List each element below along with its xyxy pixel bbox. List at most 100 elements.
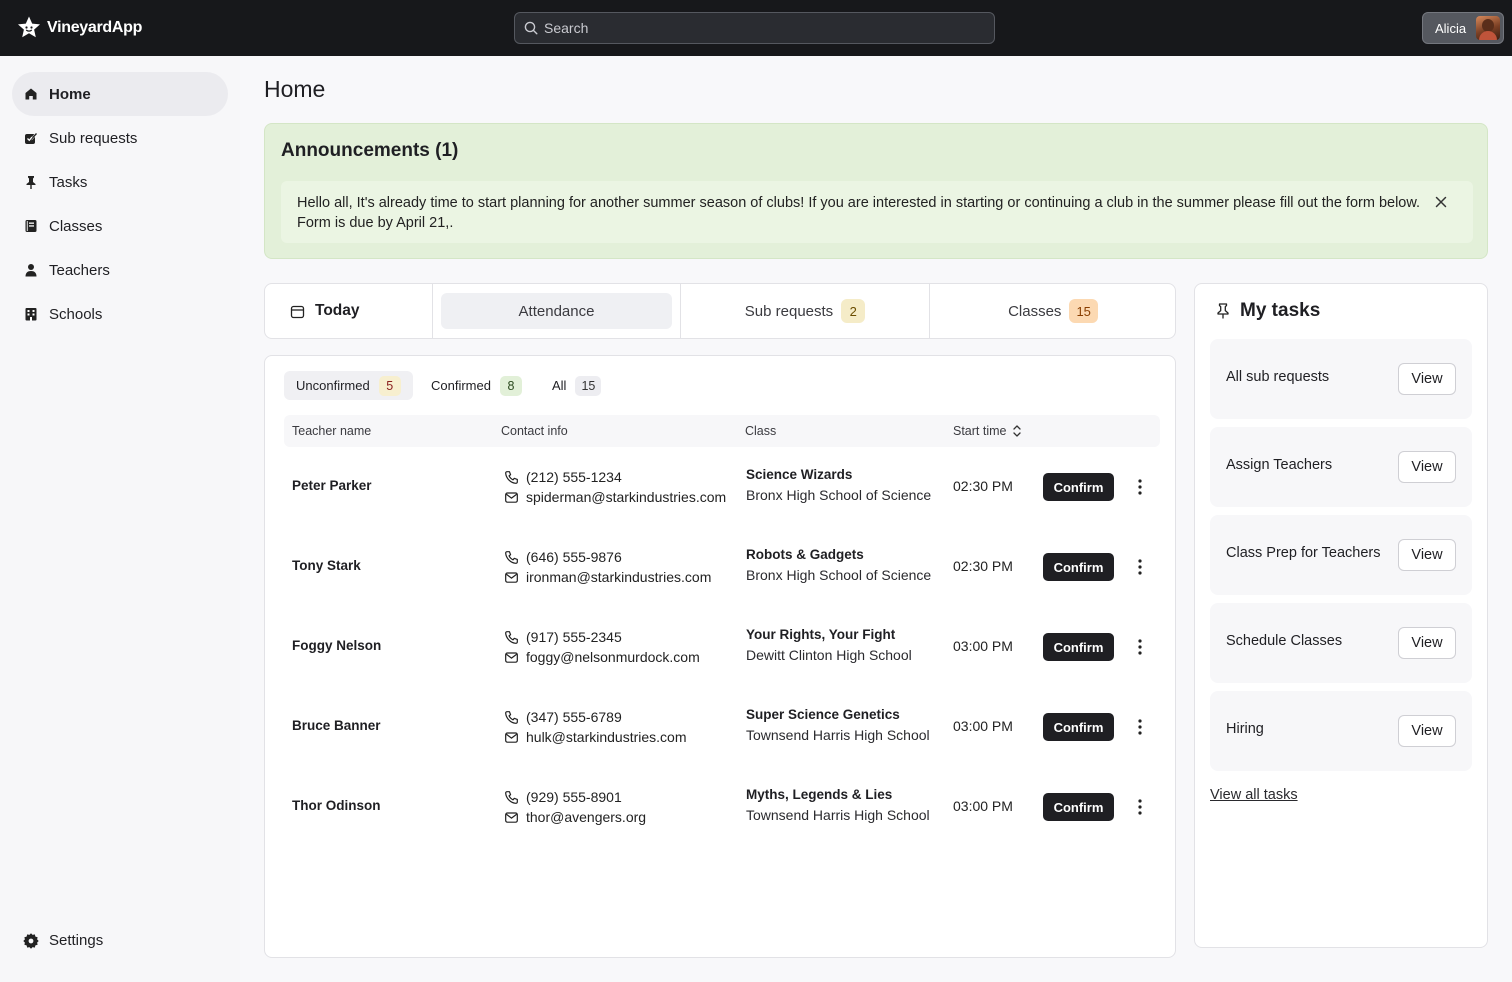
phone-number[interactable]: (917) 555-2345 [526,629,622,645]
view-task-button[interactable]: View [1398,539,1456,571]
sidebar-item-home[interactable]: Home [12,72,228,116]
tab-attendance[interactable]: Attendance [433,284,681,338]
main-content: Home Announcements (1) Hello all, It's a… [240,56,1512,982]
search-input[interactable] [544,20,964,36]
sidebar-item-tasks[interactable]: Tasks [12,160,228,204]
start-time: 03:00 PM [953,718,1013,734]
user-menu[interactable]: Alicia [1422,12,1504,44]
task-item: All sub requests View [1210,339,1472,419]
sidebar-item-label: Schools [49,305,103,323]
email-address[interactable]: hulk@starkindustries.com [526,729,687,745]
view-task-button[interactable]: View [1398,363,1456,395]
filter-all[interactable]: All 15 [540,371,613,400]
sort-icon [1012,424,1022,438]
task-label: Assign Teachers [1226,457,1333,473]
task-label: Class Prep for Teachers [1226,545,1381,561]
tab-classes[interactable]: Classes 15 [930,284,1176,338]
column-header-class: Class [745,424,777,438]
tab-label: Attendance [518,302,595,320]
confirm-button[interactable]: Confirm [1043,473,1114,501]
pin-icon [23,174,39,190]
book-icon [23,218,39,234]
school-name: Townsend Harris High School [746,807,930,823]
sidebar-item-label: Teachers [49,261,110,279]
view-tabs: Today Attendance Sub requests 2 Classes … [264,283,1176,339]
phone-icon [504,470,519,485]
view-task-button[interactable]: View [1398,451,1456,483]
user-name: Alicia [1435,20,1467,36]
sidebar-item-teachers[interactable]: Teachers [12,248,228,292]
search-bar[interactable] [514,12,995,44]
column-header-label: Start time [953,424,1007,438]
confirm-button[interactable]: Confirm [1043,793,1114,821]
contact-info: (917) 555-2345 foggy@nelsonmurdock.com [504,627,700,667]
gear-icon [23,932,39,949]
filter-unconfirmed[interactable]: Unconfirmed 5 [284,371,413,400]
close-icon[interactable] [1431,192,1451,212]
confirm-button[interactable]: Confirm [1043,553,1114,581]
attendance-card: Unconfirmed 5 Confirmed 8 All 15 Teacher… [264,355,1176,958]
filter-label: All [552,378,567,393]
column-header-start-time[interactable]: Start time [953,424,1022,438]
sidebar-item-label: Classes [49,217,103,235]
task-label: Hiring [1226,721,1264,737]
confirm-button[interactable]: Confirm [1043,713,1114,741]
task-item: Assign Teachers View [1210,427,1472,507]
home-icon [23,86,39,102]
person-icon [23,262,39,278]
confirm-button[interactable]: Confirm [1043,633,1114,661]
phone-number[interactable]: (646) 555-9876 [526,549,622,565]
sidebar-item-settings[interactable]: Settings [23,932,103,949]
view-all-tasks-link[interactable]: View all tasks [1210,787,1298,803]
more-options-icon[interactable] [1134,557,1146,577]
class-info: Robots & Gadgets Bronx High School of Sci… [746,545,931,585]
class-name: Your Rights, Your Fight [746,627,896,642]
view-task-button[interactable]: View [1398,715,1456,747]
tab-sub-requests[interactable]: Sub requests 2 [681,284,930,338]
table-row: Tony Stark (646) 555-9876 ironman@starkind… [284,527,1160,607]
email-address[interactable]: foggy@nelsonmurdock.com [526,649,700,665]
email-line: spiderman@starkindustries.com [504,487,726,507]
email-address[interactable]: ironman@starkindustries.com [526,569,711,585]
mail-icon [504,490,519,505]
count-badge: 15 [575,375,602,396]
email-line: hulk@starkindustries.com [504,727,687,747]
tab-label: Sub requests [744,302,834,320]
pin-icon [1214,302,1232,320]
more-options-icon[interactable] [1134,717,1146,737]
sidebar-item-sub-requests[interactable]: Sub requests [12,116,228,160]
filter-confirmed[interactable]: Confirmed 8 [419,371,534,400]
email-address[interactable]: spiderman@starkindustries.com [526,489,726,505]
table-header: Teacher name Contact info Class Start ti… [284,415,1160,447]
more-options-icon[interactable] [1134,797,1146,817]
sidebar-item-schools[interactable]: Schools [12,292,228,336]
phone-number[interactable]: (212) 555-1234 [526,469,622,485]
start-time: 02:30 PM [953,558,1013,574]
page-title: Home [264,76,326,102]
announcements-title: Announcements (1) [281,140,459,161]
school-name: Townsend Harris High School [746,727,930,743]
table-row: Bruce Banner (347) 555-6789 hulk@starkindu… [284,687,1160,767]
more-options-icon[interactable] [1134,477,1146,497]
brand-logo[interactable]: VineyardApp [16,15,142,41]
my-tasks-header: My tasks [1214,300,1320,322]
more-options-icon[interactable] [1134,637,1146,657]
phone-icon [504,550,519,565]
start-time: 03:00 PM [953,638,1013,654]
phone-number[interactable]: (347) 555-6789 [526,709,622,725]
contact-info: (347) 555-6789 hulk@starkindustries.com [504,707,687,747]
email-address[interactable]: thor@avengers.org [526,809,646,825]
sidebar-item-classes[interactable]: Classes [12,204,228,248]
table-row: Peter Parker (212) 555-1234 spiderman@star… [284,447,1160,527]
table-row: Foggy Nelson (917) 555-2345 foggy@nelsonmu… [284,607,1160,687]
view-task-button[interactable]: View [1398,627,1456,659]
school-name: Dewitt Clinton High School [746,647,912,663]
task-label: All sub requests [1226,369,1330,385]
class-name: Super Science Genetics [746,707,900,722]
teacher-name: Peter Parker [292,478,372,493]
start-time: 03:00 PM [953,798,1013,814]
phone-number[interactable]: (929) 555-8901 [526,789,622,805]
phone-line: (646) 555-9876 [504,547,711,567]
class-info: Your Rights, Your Fight Dewitt Clinton Hi… [746,625,912,665]
today-date-picker[interactable]: Today [265,284,433,338]
